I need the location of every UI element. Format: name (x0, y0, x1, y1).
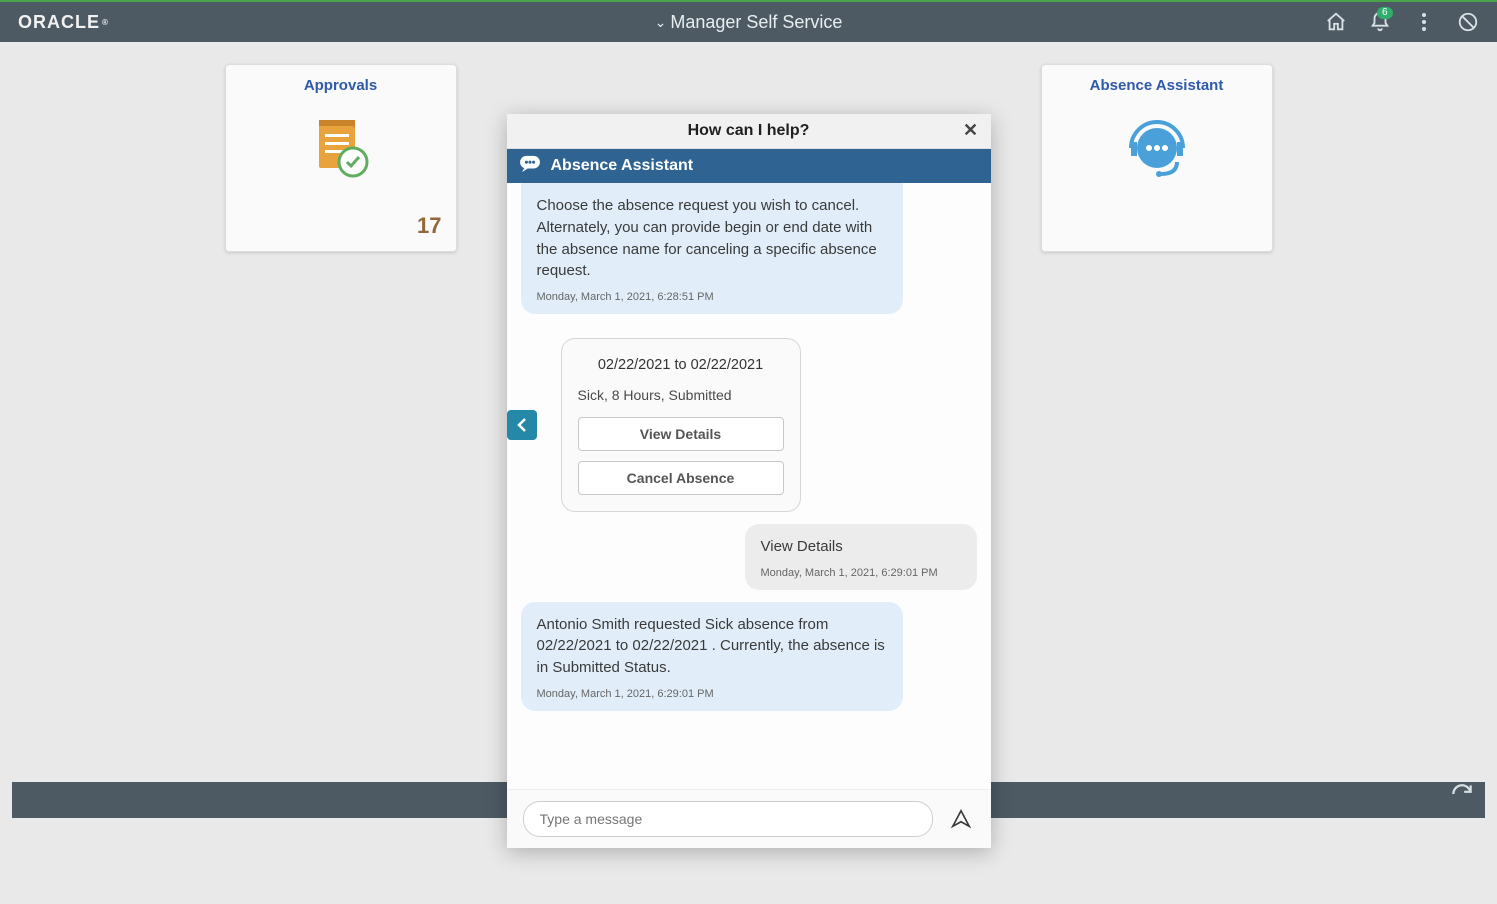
chat-subhead-text: Absence Assistant (551, 157, 694, 175)
card-subtitle: Sick, 8 Hours, Submitted (578, 387, 784, 403)
nav-icon[interactable] (1455, 9, 1481, 35)
actions-menu-icon[interactable] (1411, 9, 1437, 35)
topbar-actions: 6 (1323, 9, 1497, 35)
topbar: ORACLE® ⌄ Manager Self Service 6 (0, 0, 1497, 42)
chat-subhead: Absence Assistant (507, 149, 991, 183)
card-carousel: 02/22/2021 to 02/22/2021 Sick, 8 Hours, … (521, 338, 977, 512)
chat-window: How can I help? ✕ Absence Assistant Choo… (507, 114, 991, 848)
message-timestamp: Monday, March 1, 2021, 6:28:51 PM (537, 290, 887, 306)
carousel-prev-button[interactable] (507, 410, 537, 440)
refresh-icon[interactable] (1449, 781, 1475, 812)
notification-badge: 6 (1377, 7, 1393, 19)
chevron-down-icon: ⌄ (655, 14, 667, 31)
content: Approvals 17 Absence (0, 42, 1497, 830)
bot-message: Antonio Smith requested Sick absence fro… (521, 602, 903, 711)
user-message: View Details Monday, March 1, 2021, 6:29… (745, 524, 977, 590)
notifications-icon[interactable]: 6 (1367, 9, 1393, 35)
page-dropdown[interactable]: ⌄ Manager Self Service (655, 12, 843, 33)
chat-input-row (507, 789, 991, 848)
chat-body[interactable]: Choose the absence request you wish to c… (507, 183, 991, 789)
chat-titlebar: How can I help? ✕ (507, 114, 991, 149)
message-timestamp: Monday, March 1, 2021, 6:29:01 PM (537, 687, 887, 703)
message-input[interactable] (523, 801, 933, 837)
chat-bubble-icon (519, 155, 541, 178)
tile-title: Absence Assistant (1042, 65, 1272, 94)
home-icon[interactable] (1323, 9, 1349, 35)
close-icon[interactable]: ✕ (959, 118, 983, 142)
message-text: View Details (761, 536, 961, 558)
card-date-range: 02/22/2021 to 02/22/2021 (578, 357, 784, 373)
send-icon[interactable] (947, 805, 975, 833)
message-text: Antonio Smith requested Sick absence fro… (537, 614, 887, 679)
message-text: Choose the absence request you wish to c… (537, 195, 887, 282)
tile-approvals[interactable]: Approvals 17 (225, 64, 457, 252)
bot-message: Choose the absence request you wish to c… (521, 183, 903, 314)
message-timestamp: Monday, March 1, 2021, 6:29:01 PM (761, 566, 961, 582)
view-details-button[interactable]: View Details (578, 417, 784, 451)
page-title: Manager Self Service (670, 12, 842, 33)
assistant-icon (1042, 112, 1272, 192)
chat-title-text: How can I help? (688, 122, 810, 140)
tile-title: Approvals (226, 65, 456, 94)
oracle-logo: ORACLE® (18, 12, 109, 33)
tile-absence-assistant[interactable]: Absence Assistant (1041, 64, 1273, 252)
cancel-absence-button[interactable]: Cancel Absence (578, 461, 784, 495)
absence-card: 02/22/2021 to 02/22/2021 Sick, 8 Hours, … (561, 338, 801, 512)
approvals-icon (226, 112, 456, 184)
tile-count: 17 (417, 213, 441, 239)
